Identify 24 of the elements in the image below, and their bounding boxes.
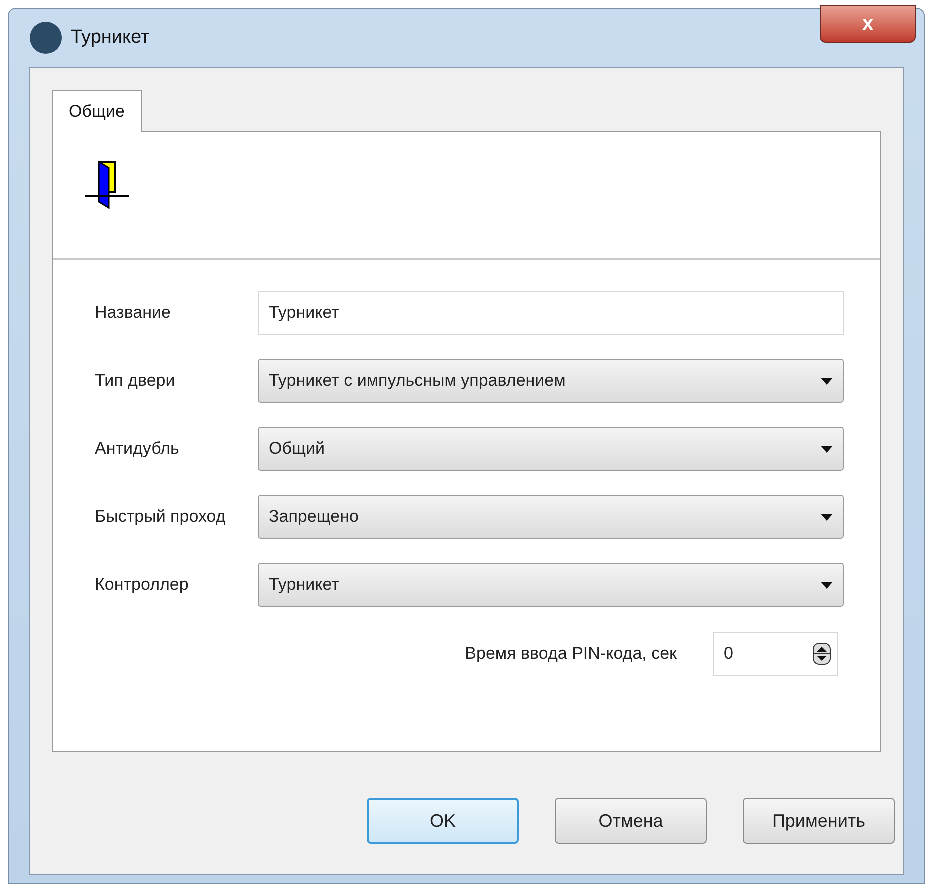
app-icon [29, 21, 63, 55]
field-label: Контроллер [94, 574, 190, 596]
dropdown[interactable]: Запрещено [258, 495, 844, 539]
dropdown[interactable]: Турникет [258, 563, 844, 607]
name-input[interactable]: Турникет [258, 291, 844, 335]
field-label: Время ввода PIN-кода, сек [465, 643, 677, 666]
field-label: Тип двери [94, 370, 176, 392]
spinner-arrows-icon[interactable] [813, 643, 831, 665]
tab[interactable]: Общие [52, 90, 142, 132]
caret-icon [821, 378, 833, 384]
dropdown[interactable]: Общий [258, 427, 844, 471]
dialog-button[interactable]: OK [367, 798, 519, 844]
caret-icon [821, 582, 833, 588]
field-label: Название [94, 302, 172, 324]
dropdown[interactable]: Турникет с импульсным управлением [258, 359, 844, 403]
pin-time-spinner[interactable]: 0 [713, 632, 838, 676]
door-icon [85, 160, 129, 210]
dialog-button[interactable]: Применить [743, 798, 895, 844]
caret-icon [821, 446, 833, 452]
caret-icon [821, 514, 833, 520]
field-label: Быстрый проход [94, 506, 227, 528]
field-label: Антидубль [94, 438, 180, 460]
window-title: Турникет [71, 26, 150, 50]
dialog-button[interactable]: Отмена [555, 798, 707, 844]
